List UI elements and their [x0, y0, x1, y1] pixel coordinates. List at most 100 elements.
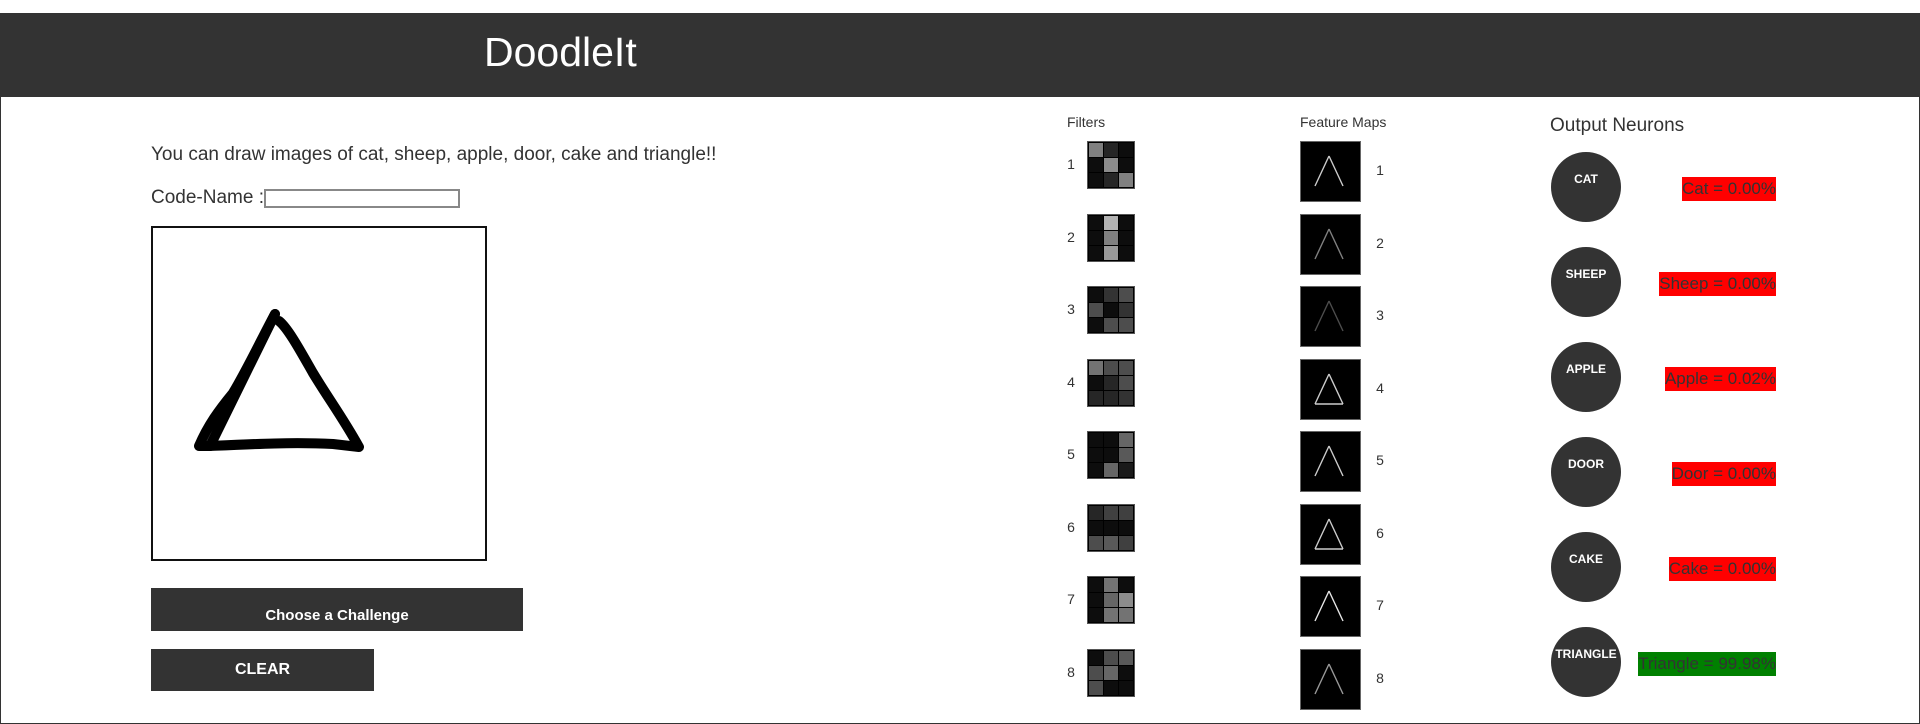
- filter-cell: [1089, 463, 1103, 477]
- filter-cell: [1104, 390, 1118, 405]
- filter-cell: [1119, 173, 1133, 187]
- output-neurons-title: Output Neurons: [1550, 115, 1685, 136]
- filter-cell: [1119, 433, 1133, 447]
- feature-map-number: 2: [1376, 234, 1384, 251]
- neuron-label: DOOR: [1568, 457, 1604, 471]
- filter-cell: [1089, 390, 1103, 405]
- filter-cell: [1089, 215, 1103, 230]
- filter-cell: [1104, 593, 1118, 607]
- filter-cell: [1119, 680, 1133, 695]
- neuron-label: CAT: [1574, 172, 1598, 186]
- codename-input[interactable]: [264, 189, 460, 208]
- filter-number: 2: [1067, 228, 1075, 245]
- filter-image: [1087, 576, 1135, 624]
- filter-cell: [1089, 520, 1103, 535]
- filter-cell: [1119, 158, 1133, 172]
- feature-map-image: [1300, 358, 1361, 420]
- feature-map-image: [1300, 431, 1361, 492]
- filter-cell: [1089, 433, 1103, 447]
- app-header: [1, 13, 1919, 97]
- feature-map-trace: [1314, 300, 1344, 332]
- filter-number: 6: [1067, 518, 1075, 535]
- filter-cell: [1119, 390, 1133, 405]
- probability-label: Cat = 0.00%: [1681, 177, 1776, 201]
- filter-cell: [1119, 520, 1133, 535]
- filter-cell: [1089, 665, 1103, 680]
- filter-number: 5: [1067, 446, 1075, 462]
- filter-cell: [1104, 288, 1118, 302]
- filter-cell: [1119, 505, 1133, 520]
- filter-cell: [1104, 578, 1118, 592]
- filter-cell: [1119, 143, 1133, 157]
- probability-label: Triangle = 99.98%: [1638, 652, 1776, 676]
- filter-cell: [1119, 650, 1133, 665]
- feature-map-number: 6: [1376, 524, 1384, 541]
- filter-cell: [1104, 448, 1118, 462]
- feature-map-trace: [1314, 155, 1344, 187]
- filter-cell: [1104, 158, 1118, 172]
- feature-map-number: 5: [1376, 452, 1384, 468]
- probability-label: Door = 0.00%: [1671, 462, 1776, 486]
- drawing-canvas[interactable]: [151, 226, 487, 561]
- feature-map-image: [1300, 141, 1361, 202]
- filter-number: 7: [1067, 591, 1075, 607]
- filter-cell: [1119, 245, 1133, 260]
- filter-cell: [1089, 535, 1103, 550]
- filter-cell: [1089, 505, 1103, 520]
- feature-map-image: [1300, 286, 1361, 347]
- feature-map-trace: [1314, 590, 1344, 622]
- filter-cell: [1104, 375, 1118, 390]
- filter-cell: [1104, 230, 1118, 245]
- feature-map-trace: [1314, 518, 1344, 550]
- neuron-label: SHEEP: [1565, 267, 1607, 281]
- filter-cell: [1104, 433, 1118, 447]
- filter-cell: [1104, 665, 1118, 680]
- codename-label: Code-Name :: [151, 187, 264, 208]
- neuron-label: CAKE: [1568, 552, 1603, 566]
- filter-cell: [1119, 535, 1133, 550]
- filter-cell: [1104, 143, 1118, 157]
- neuron-label: APPLE: [1565, 362, 1606, 376]
- app-title: DoodleIt: [484, 29, 637, 75]
- filter-cell: [1119, 665, 1133, 680]
- filter-cell: [1119, 463, 1133, 477]
- filter-cell: [1104, 303, 1118, 317]
- filter-number: 8: [1067, 663, 1075, 680]
- filter-cell: [1104, 318, 1118, 332]
- filter-image: [1087, 503, 1135, 552]
- top-strip: [0, 0, 1920, 13]
- intro-text: You can draw images of cat, sheep, apple…: [151, 144, 717, 165]
- feature-maps-title: Feature Maps: [1300, 114, 1387, 130]
- filter-cell: [1089, 375, 1103, 390]
- filter-number: 3: [1067, 301, 1075, 317]
- output-neuron: APPLE: [1551, 342, 1621, 412]
- filter-cell: [1089, 578, 1103, 592]
- filter-cell: [1104, 245, 1118, 260]
- filter-cell: [1089, 245, 1103, 260]
- feature-map-number: 1: [1376, 162, 1384, 178]
- output-neuron: CAT: [1551, 152, 1621, 222]
- filter-cell: [1119, 303, 1133, 317]
- feature-map-number: 7: [1376, 597, 1384, 613]
- filter-cell: [1104, 608, 1118, 622]
- output-neuron: SHEEP: [1551, 247, 1621, 317]
- filters-title: Filters: [1067, 114, 1106, 130]
- filter-cell: [1104, 463, 1118, 477]
- filter-cell: [1089, 230, 1103, 245]
- filter-cell: [1089, 318, 1103, 332]
- filter-cell: [1119, 593, 1133, 607]
- choose-challenge-button[interactable]: Choose a Challenge: [151, 588, 523, 631]
- filter-cell: [1104, 680, 1118, 695]
- filter-image: [1087, 358, 1135, 407]
- filter-image: [1087, 431, 1135, 479]
- filter-cell: [1089, 143, 1103, 157]
- feature-map-image: [1300, 576, 1361, 637]
- feature-map-trace: [1314, 228, 1344, 259]
- clear-button[interactable]: CLEAR: [151, 649, 374, 691]
- filter-image: [1087, 141, 1135, 189]
- filter-cell: [1119, 578, 1133, 592]
- filter-number: 4: [1067, 373, 1075, 390]
- filter-number: 1: [1067, 156, 1075, 172]
- feature-map-trace: [1314, 373, 1344, 405]
- filter-cell: [1104, 215, 1118, 230]
